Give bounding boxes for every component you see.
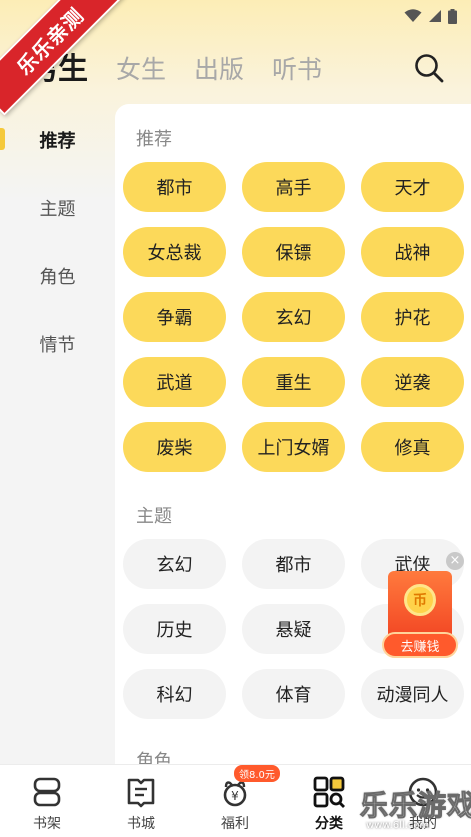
- svg-text:¥: ¥: [231, 789, 239, 803]
- earn-money-button[interactable]: 去赚钱: [382, 632, 458, 658]
- tag-chip[interactable]: 动漫同人: [361, 669, 464, 719]
- profile-icon: [408, 777, 438, 807]
- tag-chip[interactable]: 都市: [242, 539, 345, 589]
- bottom-navigation: 书架 书城 领8.0元 ¥ 福利 分类 我的: [0, 764, 471, 837]
- tag-chip[interactable]: 保镖: [242, 227, 345, 277]
- section-title-theme: 主题: [136, 506, 172, 527]
- status-bar: [404, 6, 457, 26]
- nav-label: 分类: [315, 816, 343, 832]
- section-title-recommend: 推荐: [136, 129, 172, 150]
- signal-icon: [429, 10, 441, 22]
- tag-chip[interactable]: 武道: [123, 357, 226, 407]
- search-icon[interactable]: [413, 52, 445, 84]
- tab-publish[interactable]: 出版: [194, 50, 244, 90]
- nav-label: 我的: [409, 816, 437, 832]
- tab-female[interactable]: 女生: [116, 50, 166, 90]
- reward-badge: 领8.0元: [234, 765, 280, 782]
- recommend-chip-grid: 都市 高手 天才 女总裁 保镖 战神 争霸 玄幻 护花 武道 重生 逆袭 废柴 …: [123, 162, 464, 472]
- tag-chip[interactable]: 逆袭: [361, 357, 464, 407]
- tag-chip[interactable]: 上门女婿: [242, 422, 345, 472]
- tag-chip[interactable]: 修真: [361, 422, 464, 472]
- earn-money-float-ad[interactable]: 币 去赚钱: [380, 556, 464, 662]
- category-content-panel: 推荐 都市 高手 天才 女总裁 保镖 战神 争霸 玄幻 护花 武道 重生 逆袭 …: [115, 104, 471, 764]
- nav-category[interactable]: 分类: [282, 765, 376, 837]
- nav-label: 书城: [127, 816, 155, 832]
- tag-chip[interactable]: 天才: [361, 162, 464, 212]
- tag-chip[interactable]: 争霸: [123, 292, 226, 342]
- nav-label: 书架: [33, 816, 61, 832]
- tag-chip[interactable]: 废柴: [123, 422, 226, 472]
- category-sidebar: 推荐 主题 角色 情节: [0, 106, 115, 378]
- tag-chip[interactable]: 历史: [123, 604, 226, 654]
- bookshelf-icon: [33, 777, 61, 807]
- nav-welfare[interactable]: 领8.0元 ¥ 福利: [188, 765, 282, 837]
- tag-chip[interactable]: 科幻: [123, 669, 226, 719]
- nav-profile[interactable]: 我的: [376, 765, 470, 837]
- category-icon: [313, 776, 345, 808]
- nav-bookshelf[interactable]: 书架: [0, 765, 94, 837]
- sidebar-item-recommend[interactable]: 推荐: [0, 106, 115, 174]
- coin-icon: 币: [404, 584, 436, 616]
- wifi-icon: [404, 9, 422, 22]
- nav-label: 福利: [221, 816, 249, 832]
- tag-chip[interactable]: 都市: [123, 162, 226, 212]
- tag-chip[interactable]: 护花: [361, 292, 464, 342]
- tag-chip[interactable]: 重生: [242, 357, 345, 407]
- sidebar-item-plot[interactable]: 情节: [0, 310, 115, 378]
- section-title-role: 角色: [136, 751, 172, 764]
- battery-icon: [448, 8, 457, 24]
- tag-chip[interactable]: 战神: [361, 227, 464, 277]
- sidebar-item-role[interactable]: 角色: [0, 242, 115, 310]
- tag-chip[interactable]: 玄幻: [242, 292, 345, 342]
- tag-chip[interactable]: 女总裁: [123, 227, 226, 277]
- sidebar-item-theme[interactable]: 主题: [0, 174, 115, 242]
- tag-chip[interactable]: 体育: [242, 669, 345, 719]
- tab-audiobook[interactable]: 听书: [272, 50, 322, 90]
- nav-book-city[interactable]: 书城: [94, 765, 188, 837]
- tag-chip[interactable]: 玄幻: [123, 539, 226, 589]
- tag-chip[interactable]: 悬疑: [242, 604, 345, 654]
- tag-chip[interactable]: 高手: [242, 162, 345, 212]
- ad-close-button[interactable]: ×: [446, 552, 464, 570]
- top-tab-bar: 男生 女生 出版 听书: [28, 46, 322, 90]
- book-city-icon: [127, 778, 155, 808]
